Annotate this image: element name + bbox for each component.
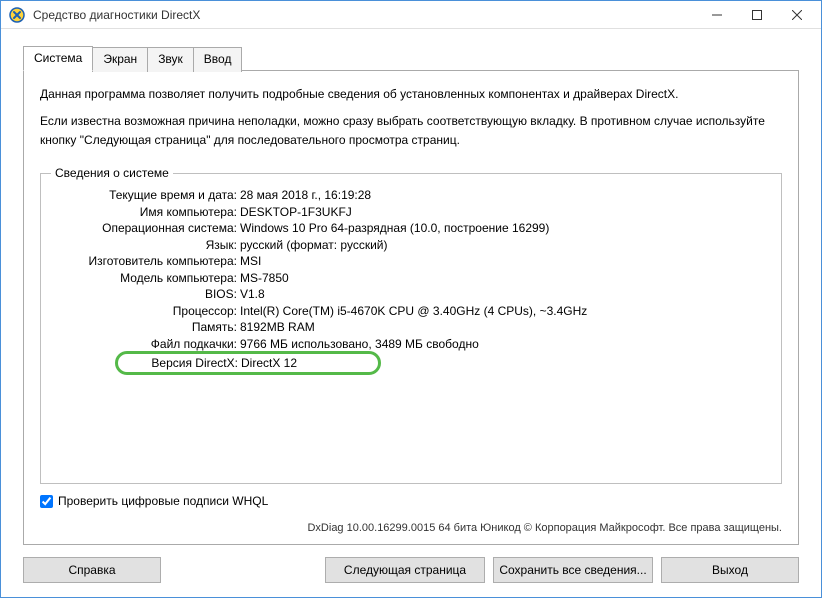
row-processor: Процессор: Intel(R) Core(TM) i5-4670K CP… bbox=[55, 304, 767, 318]
intro-paragraph-2: Если известна возможная причина неполадк… bbox=[40, 112, 782, 150]
maximize-button[interactable] bbox=[737, 2, 777, 28]
window-title: Средство диагностики DirectX bbox=[33, 8, 697, 22]
tab-strip: Система Экран Звук Ввод bbox=[23, 45, 799, 70]
whql-checkbox-row[interactable]: Проверить цифровые подписи WHQL bbox=[40, 494, 782, 508]
tab-display[interactable]: Экран bbox=[92, 47, 148, 72]
tab-panel-system: Данная программа позволяет получить подр… bbox=[23, 70, 799, 545]
row-model: Модель компьютера: MS-7850 bbox=[55, 271, 767, 285]
help-button[interactable]: Справка bbox=[23, 557, 161, 583]
tab-system[interactable]: Система bbox=[23, 46, 93, 71]
save-all-button[interactable]: Сохранить все сведения... bbox=[493, 557, 653, 583]
row-datetime: Текущие время и дата: 28 мая 2018 г., 16… bbox=[55, 188, 767, 202]
label-os: Операционная система bbox=[102, 221, 234, 235]
label-datetime: Текущие время и дата bbox=[109, 188, 234, 202]
button-row: Справка Следующая страница Сохранить все… bbox=[23, 557, 799, 583]
label-language: Язык bbox=[206, 238, 234, 252]
label-pagefile: Файл подкачки bbox=[151, 337, 234, 351]
tab-input[interactable]: Ввод bbox=[193, 47, 243, 72]
value-pagefile: 9766 МБ использовано, 3489 МБ свободно bbox=[240, 337, 479, 351]
label-directx: Версия DirectX bbox=[151, 356, 234, 370]
value-processor: Intel(R) Core(TM) i5-4670K CPU @ 3.40GHz… bbox=[240, 304, 587, 318]
row-manufacturer: Изготовитель компьютера: MSI bbox=[55, 254, 767, 268]
value-model: MS-7850 bbox=[240, 271, 289, 285]
next-page-button[interactable]: Следующая страница bbox=[325, 557, 485, 583]
label-model: Модель компьютера bbox=[120, 271, 234, 285]
value-datetime: 28 мая 2018 г., 16:19:28 bbox=[240, 188, 371, 202]
minimize-icon bbox=[712, 10, 722, 20]
label-bios: BIOS bbox=[205, 287, 234, 301]
value-bios: V1.8 bbox=[240, 287, 265, 301]
group-title: Сведения о системе bbox=[51, 166, 173, 180]
label-manufacturer: Изготовитель компьютера bbox=[88, 254, 233, 268]
value-language: русский (формат: русский) bbox=[240, 238, 388, 252]
row-pagefile: Файл подкачки: 9766 МБ использовано, 348… bbox=[55, 337, 767, 351]
whql-checkbox-label: Проверить цифровые подписи WHQL bbox=[58, 494, 268, 508]
close-icon bbox=[792, 10, 802, 20]
row-memory: Память: 8192MB RAM bbox=[55, 320, 767, 334]
row-os: Операционная система: Windows 10 Pro 64-… bbox=[55, 221, 767, 235]
window-controls bbox=[697, 2, 817, 28]
maximize-icon bbox=[752, 10, 762, 20]
value-directx: DirectX 12 bbox=[241, 356, 297, 370]
exit-button[interactable]: Выход bbox=[661, 557, 799, 583]
value-computer-name: DESKTOP-1F3UKFJ bbox=[240, 205, 352, 219]
tab-sound[interactable]: Звук bbox=[147, 47, 194, 72]
row-computer-name: Имя компьютера: DESKTOP-1F3UKFJ bbox=[55, 205, 767, 219]
value-os: Windows 10 Pro 64-разрядная (10.0, постр… bbox=[240, 221, 549, 235]
intro-text: Данная программа позволяет получить подр… bbox=[40, 85, 782, 159]
system-info-group: Сведения о системе Текущие время и дата:… bbox=[40, 173, 782, 484]
value-manufacturer: MSI bbox=[240, 254, 261, 268]
value-memory: 8192MB RAM bbox=[240, 320, 315, 334]
label-processor: Процессор bbox=[173, 304, 234, 318]
row-language: Язык: русский (формат: русский) bbox=[55, 238, 767, 252]
dxdiag-window: Средство диагностики DirectX Система Экр… bbox=[0, 0, 822, 598]
label-memory: Память bbox=[192, 320, 234, 334]
copyright-text: DxDiag 10.00.16299.0015 64 бита Юникод ©… bbox=[40, 522, 782, 534]
label-computer-name: Имя компьютера bbox=[140, 205, 234, 219]
dxdiag-icon bbox=[9, 7, 25, 23]
whql-checkbox[interactable] bbox=[40, 495, 53, 508]
titlebar: Средство диагностики DirectX bbox=[1, 1, 821, 29]
minimize-button[interactable] bbox=[697, 2, 737, 28]
intro-paragraph-1: Данная программа позволяет получить подр… bbox=[40, 85, 782, 104]
close-button[interactable] bbox=[777, 2, 817, 28]
row-bios: BIOS: V1.8 bbox=[55, 287, 767, 301]
row-directx-highlighted: Версия DirectX: DirectX 12 bbox=[115, 351, 381, 375]
client-area: Система Экран Звук Ввод Данная программа… bbox=[1, 29, 821, 597]
